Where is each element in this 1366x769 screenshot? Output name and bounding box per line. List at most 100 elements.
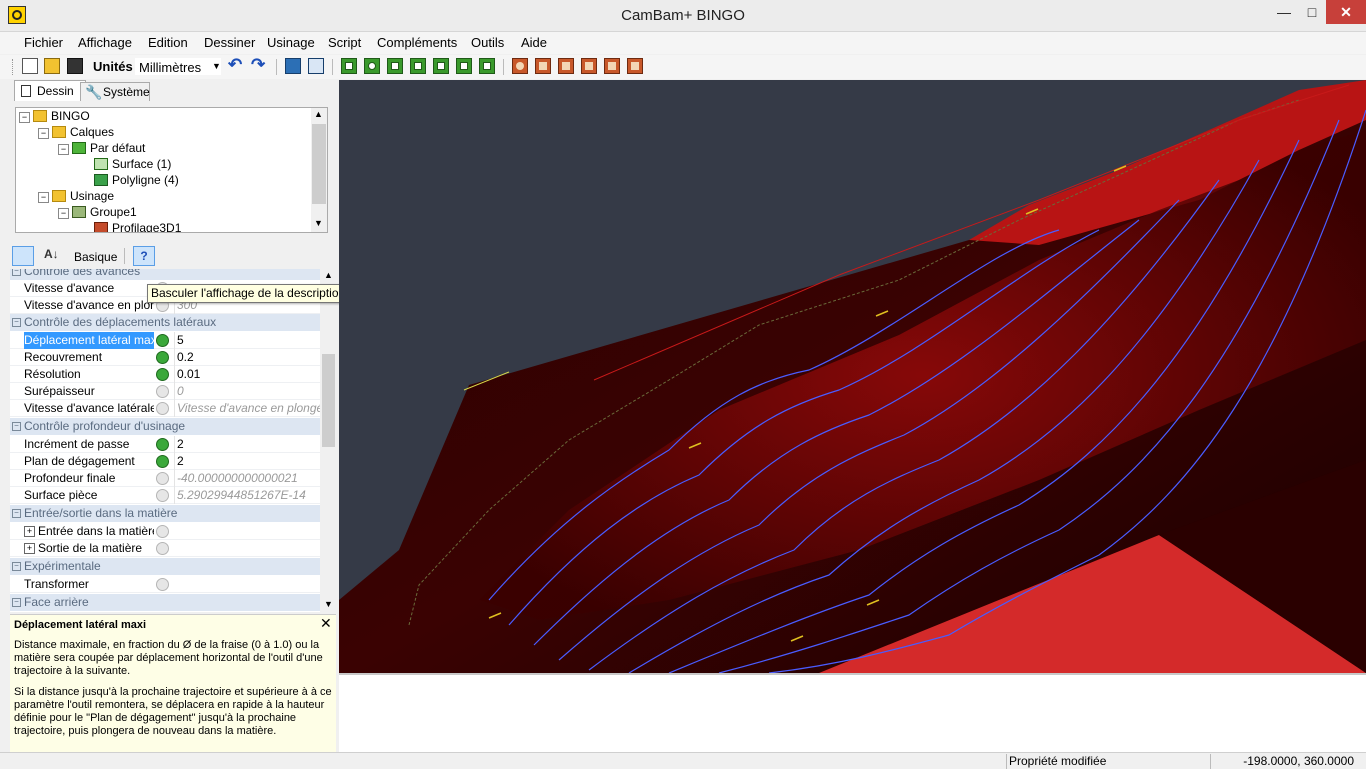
- row-stepover[interactable]: Déplacement latéral maxi 5: [10, 332, 320, 349]
- minimize-button[interactable]: —: [1270, 0, 1298, 24]
- default-value-icon[interactable]: [156, 578, 169, 591]
- collapse-icon[interactable]: −: [12, 422, 21, 431]
- close-button[interactable]: ✕: [1326, 0, 1366, 24]
- tree-node-surface[interactable]: Surface (1): [16, 156, 327, 172]
- collapse-icon[interactable]: −: [19, 112, 30, 123]
- menu-complements[interactable]: Compléments: [377, 35, 457, 50]
- polyline-icon[interactable]: [341, 58, 357, 74]
- row-transform[interactable]: Transformer: [10, 576, 320, 593]
- property-value[interactable]: 0.01: [174, 366, 320, 383]
- rectangle-icon[interactable]: [410, 58, 426, 74]
- property-grid-scroll-thumb[interactable]: [322, 354, 335, 447]
- row-lateral-feed[interactable]: Vitesse d'avance latérale Vitesse d'avanc…: [10, 400, 320, 417]
- maximize-button[interactable]: □: [1298, 0, 1326, 24]
- expand-icon[interactable]: +: [24, 526, 35, 537]
- 3d-viewport[interactable]: [339, 80, 1366, 674]
- category-lateral-control[interactable]: − Contrôle des déplacements latéraux: [10, 314, 320, 331]
- snap-grid-icon[interactable]: [308, 58, 324, 74]
- property-value[interactable]: 0.2: [174, 349, 320, 366]
- expand-icon[interactable]: +: [24, 543, 35, 554]
- default-value-icon[interactable]: [156, 402, 169, 415]
- tree-node-root[interactable]: − BINGO: [16, 108, 327, 124]
- points-icon[interactable]: [387, 58, 403, 74]
- collapse-icon[interactable]: −: [38, 128, 49, 139]
- alphabetical-sort-icon[interactable]: A↓: [44, 247, 59, 261]
- tree-node-default-layer[interactable]: − Par défaut: [16, 140, 327, 156]
- region-icon[interactable]: [456, 58, 472, 74]
- collapse-icon[interactable]: −: [12, 269, 21, 276]
- category-feed-control[interactable]: − Contrôle des avances: [10, 269, 320, 280]
- set-value-icon[interactable]: [156, 351, 169, 364]
- row-lead-out[interactable]: Sortie de la matière +: [10, 540, 320, 557]
- property-value[interactable]: 2: [174, 453, 320, 470]
- tree-node-machining[interactable]: − Usinage: [16, 188, 327, 204]
- row-overlap[interactable]: Recouvrement 0.2: [10, 349, 320, 366]
- close-description-icon[interactable]: ✕: [320, 616, 332, 630]
- menu-outils[interactable]: Outils: [471, 35, 504, 50]
- collapse-icon[interactable]: −: [38, 192, 49, 203]
- scroll-down-icon[interactable]: ▼: [314, 218, 323, 228]
- menu-fichier[interactable]: Fichier: [24, 35, 63, 50]
- help-description-icon[interactable]: ?: [133, 246, 155, 266]
- set-value-icon[interactable]: [156, 334, 169, 347]
- scroll-up-icon[interactable]: ▲: [324, 270, 333, 280]
- toolbar-grip[interactable]: [12, 59, 16, 75]
- row-resolution[interactable]: Résolution 0.01: [10, 366, 320, 383]
- collapse-icon[interactable]: −: [58, 144, 69, 155]
- property-value[interactable]: 5.29029944851267E-14: [174, 487, 320, 504]
- collapse-icon[interactable]: −: [58, 208, 69, 219]
- row-depth-increment[interactable]: Incrément de passe 2: [10, 436, 320, 453]
- menu-usinage[interactable]: Usinage: [267, 35, 315, 50]
- menu-dessiner[interactable]: Dessiner: [204, 35, 255, 50]
- gcode-icon[interactable]: [627, 58, 643, 74]
- set-value-icon[interactable]: [156, 455, 169, 468]
- category-lead-in-out[interactable]: − Entrée/sortie dans la matière: [10, 505, 320, 522]
- profile-icon[interactable]: [558, 58, 574, 74]
- tree-node-layers[interactable]: − Calques: [16, 124, 327, 140]
- set-value-icon[interactable]: [156, 368, 169, 381]
- property-value[interactable]: 5: [174, 332, 320, 349]
- menu-aide[interactable]: Aide: [521, 35, 547, 50]
- category-depth-control[interactable]: − Contrôle profondeur d'usinage: [10, 418, 320, 435]
- menu-edition[interactable]: Edition: [148, 35, 188, 50]
- tree-scrollbar[interactable]: ▲ ▼: [311, 108, 327, 232]
- collapse-icon[interactable]: −: [12, 318, 21, 327]
- menu-script[interactable]: Script: [328, 35, 361, 50]
- row-roughing-clearance[interactable]: Surépaisseur 0: [10, 383, 320, 400]
- row-stock-surface[interactable]: Surface pièce 5.29029944851267E-14: [10, 487, 320, 504]
- redo-icon[interactable]: ↷: [251, 55, 265, 75]
- tree-node-polyline[interactable]: Polyligne (4): [16, 172, 327, 188]
- engrave-icon[interactable]: [581, 58, 597, 74]
- pocket-icon[interactable]: [535, 58, 551, 74]
- lathe-icon[interactable]: [604, 58, 620, 74]
- tab-dessin[interactable]: Dessin: [14, 80, 86, 101]
- scroll-down-icon[interactable]: ▼: [324, 599, 333, 609]
- default-value-icon[interactable]: [156, 385, 169, 398]
- text-icon[interactable]: [433, 58, 449, 74]
- units-dropdown[interactable]: Millimètres: [134, 57, 222, 76]
- tab-systeme[interactable]: 🔧 Système: [80, 82, 150, 101]
- categorized-view-icon[interactable]: [12, 246, 34, 266]
- basic-toggle[interactable]: Basique: [74, 250, 117, 264]
- menu-affichage[interactable]: Affichage: [78, 35, 132, 50]
- category-experimental[interactable]: − Expérimentale: [10, 558, 320, 575]
- row-clearance-plane[interactable]: Plan de dégagement 2: [10, 453, 320, 470]
- surface-icon[interactable]: [479, 58, 495, 74]
- default-value-icon[interactable]: [156, 542, 169, 555]
- drill-icon[interactable]: [512, 58, 528, 74]
- new-file-icon[interactable]: [22, 58, 38, 74]
- default-value-icon[interactable]: [156, 472, 169, 485]
- category-back-face[interactable]: − Face arrière: [10, 594, 320, 611]
- collapse-icon[interactable]: −: [12, 598, 21, 607]
- circle-icon[interactable]: [364, 58, 380, 74]
- property-value[interactable]: -40.000000000000021: [174, 470, 320, 487]
- scroll-up-icon[interactable]: ▲: [314, 109, 323, 119]
- chevron-down-icon[interactable]: ▼: [212, 61, 221, 71]
- row-lead-in[interactable]: Entrée dans la matière +: [10, 523, 320, 540]
- snap-points-icon[interactable]: [285, 58, 301, 74]
- tree-node-profile[interactable]: Profilage3D1: [16, 220, 327, 232]
- save-icon[interactable]: [67, 58, 83, 74]
- default-value-icon[interactable]: [156, 525, 169, 538]
- viewport-scene[interactable]: [339, 80, 1366, 674]
- tree-scroll-thumb[interactable]: [312, 124, 326, 204]
